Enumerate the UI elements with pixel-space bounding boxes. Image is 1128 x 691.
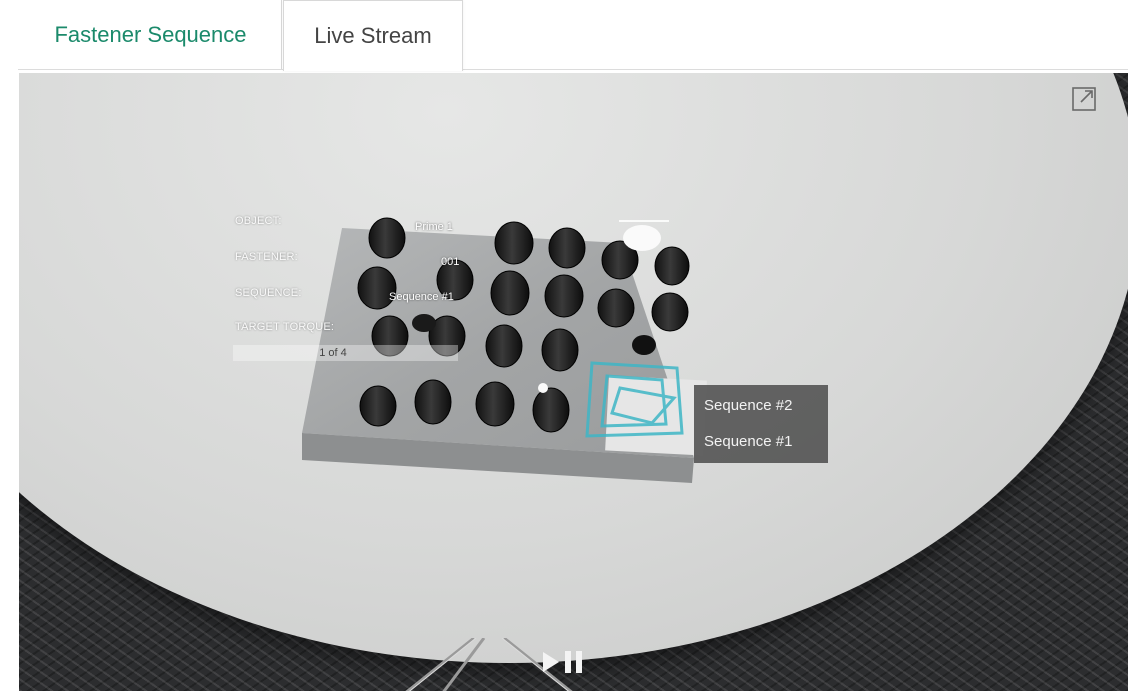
sequence-option-1[interactable]: Sequence #1: [704, 433, 792, 450]
sequence-progress-text: 1 of 4: [319, 347, 347, 359]
fastener-label: FASTENER:: [235, 251, 298, 263]
ar-point: [538, 383, 548, 393]
tab-bar: Fastener Sequence Live Stream: [0, 0, 1128, 71]
target-torque-label: TARGET TORQUE:: [235, 321, 335, 333]
sequence-menu: Sequence #2 Sequence #1: [694, 385, 828, 463]
live-stream-video[interactable]: OBJECT: FASTENER: SEQUENCE: TARGET TORQU…: [19, 73, 1128, 691]
ar-info-panel: OBJECT: FASTENER: SEQUENCE: TARGET TORQU…: [225, 199, 470, 369]
sequence-label: SEQUENCE:: [235, 287, 302, 299]
expand-icon[interactable]: [1071, 86, 1097, 112]
play-icon: [543, 652, 559, 672]
tab-live-stream[interactable]: Live Stream: [283, 0, 463, 71]
tab-bar-divider: [18, 69, 1128, 70]
pause-icon: [565, 651, 582, 673]
tab-fastener-sequence[interactable]: Fastener Sequence: [20, 0, 282, 70]
sequence-progress: 1 of 4: [233, 345, 458, 361]
play-pause-button[interactable]: [543, 646, 603, 678]
object-value: Prime 1: [415, 221, 453, 233]
sequence-option-2[interactable]: Sequence #2: [704, 397, 792, 414]
sequence-value: Sequence #1: [389, 291, 454, 303]
ar-cursor: [623, 225, 661, 251]
ar-marker-line: [619, 220, 669, 222]
object-label: OBJECT:: [235, 215, 282, 227]
fastener-value: 001: [441, 256, 460, 268]
